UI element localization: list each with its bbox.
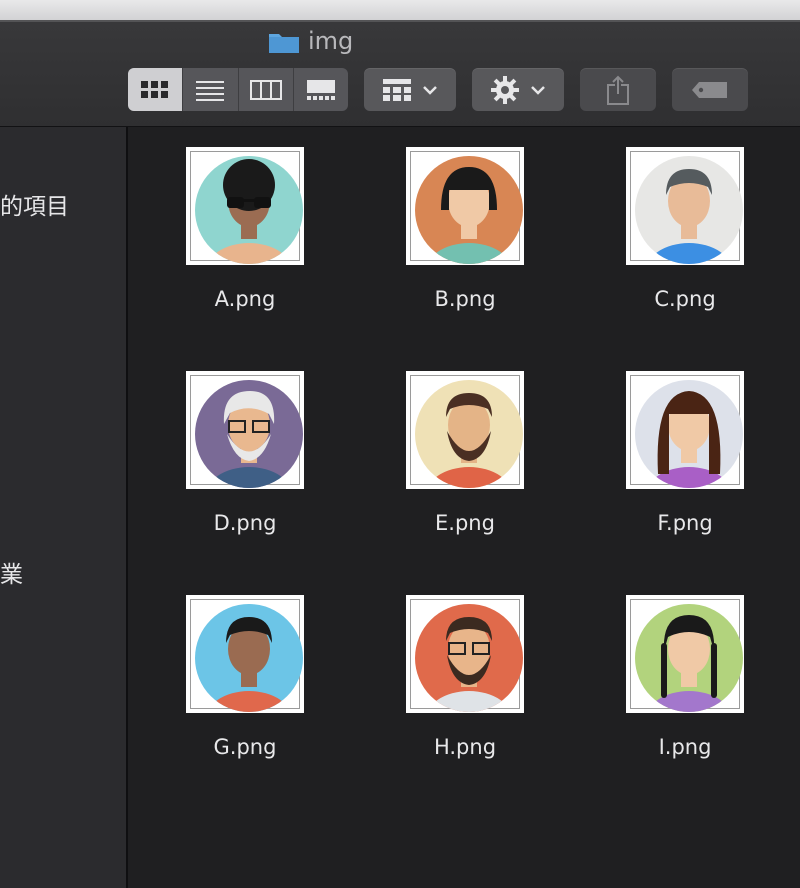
file-thumbnail[interactable] [406,371,524,489]
file-item[interactable]: E.png [348,351,568,535]
file-name[interactable]: H.png [348,735,582,759]
file-name[interactable]: F.png [568,511,800,535]
file-thumbnail[interactable] [626,595,744,713]
avatar-image [635,380,743,488]
finder-window: img 的項目 業 A.png B.png C.png D.png E.png … [0,0,800,888]
file-grid: A.png B.png C.png D.png E.png F.png G.pn… [128,127,800,888]
column-view-button[interactable] [237,68,293,111]
file-thumbnail[interactable] [406,595,524,713]
file-name[interactable]: G.png [128,735,362,759]
avatar-image [635,156,743,264]
sidebar-item-label[interactable]: 業 [0,555,23,589]
share-icon [607,75,629,105]
avatar-image [415,380,523,488]
avatar-image [635,604,743,712]
view-mode-control[interactable] [128,68,348,111]
avatar-image [195,156,303,264]
folder-icon [269,34,299,53]
file-item[interactable]: A.png [128,127,348,311]
group-by-button[interactable] [364,68,456,111]
toolbar: img [0,0,800,127]
file-name[interactable]: C.png [568,287,800,311]
file-name[interactable]: E.png [348,511,582,535]
sidebar-item-recents[interactable]: 的項目 [0,187,69,221]
sidebar: 的項目 業 [0,127,128,888]
file-item[interactable]: I.png [568,575,788,759]
share-button[interactable] [580,68,656,111]
file-name[interactable]: B.png [348,287,582,311]
file-name[interactable]: A.png [128,287,362,311]
file-item[interactable]: C.png [568,127,788,311]
group-grid-icon [383,78,411,101]
window-title-text: img [308,27,354,55]
file-item[interactable]: D.png [128,351,348,535]
window-title: img [268,26,353,56]
gallery-view-button[interactable] [292,68,348,111]
menu-bar [0,0,800,20]
file-item[interactable]: B.png [348,127,568,311]
avatar-image [415,604,523,712]
avatar-image [195,604,303,712]
action-button[interactable] [472,68,564,111]
file-thumbnail[interactable] [406,147,524,265]
list-view-button[interactable] [182,68,237,111]
chevron-down-icon [531,85,545,95]
file-thumbnail[interactable] [626,147,744,265]
gallery-icon [306,79,335,100]
tag-icon [692,81,727,98]
file-thumbnail[interactable] [186,147,304,265]
file-item[interactable]: H.png [348,575,568,759]
file-thumbnail[interactable] [186,371,304,489]
file-name[interactable]: I.png [568,735,800,759]
avatar-image [195,380,303,488]
file-thumbnail[interactable] [186,595,304,713]
avatar-image [415,156,523,264]
list-icon [196,80,225,101]
file-thumbnail[interactable] [626,371,744,489]
gear-icon [491,75,519,104]
icon-view-button[interactable] [128,68,183,111]
file-item[interactable]: F.png [568,351,788,535]
chevron-down-icon [423,85,437,95]
file-item[interactable]: G.png [128,575,348,759]
file-name[interactable]: D.png [128,511,362,535]
grid-icon [141,80,169,98]
tag-button[interactable] [672,68,748,111]
columns-icon [249,79,282,100]
